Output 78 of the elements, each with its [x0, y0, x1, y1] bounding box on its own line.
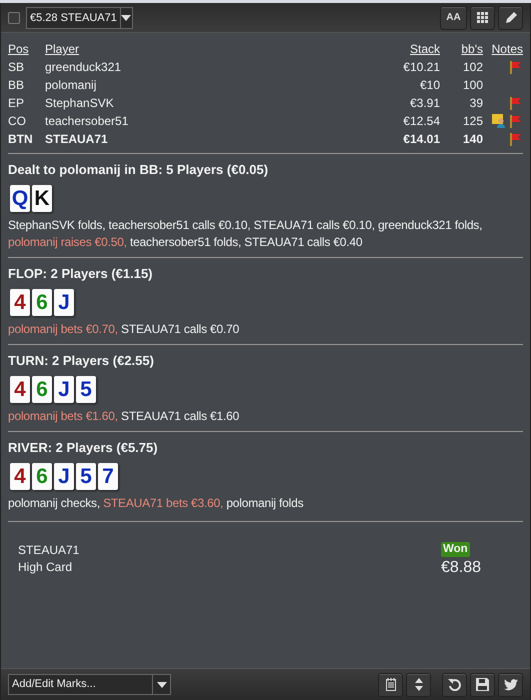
table-cell-text: €10.21 — [402, 59, 440, 76]
playing-card: J — [54, 463, 74, 490]
flag-icon — [509, 60, 523, 74]
flag-icon — [509, 96, 523, 110]
won-amount: €8.88 — [440, 558, 481, 578]
caret-icon — [121, 14, 132, 20]
table-cell-text: 100 — [462, 77, 483, 94]
table-cell-text: StephanSVK — [45, 95, 115, 112]
playing-card: K — [32, 185, 52, 212]
table-cell-text: greenduck321 — [45, 59, 122, 76]
action-text: polomanij bets €1.60, STEAUA71 calls €1.60 — [8, 408, 240, 425]
playing-card: 5 — [76, 376, 96, 403]
column-header[interactable]: Pos — [8, 40, 45, 58]
playing-card: 6 — [32, 376, 52, 403]
action-text: polomanij bets €0.70, STEAUA71 calls €0.70 — [8, 321, 240, 338]
table-cell-text: €10 — [418, 77, 440, 94]
font-size-button[interactable]: AA — [440, 6, 467, 30]
marks-select[interactable]: Add/Edit Marks... — [8, 674, 171, 695]
column-header[interactable]: bb's — [440, 40, 483, 58]
notepad-icon — [386, 678, 396, 691]
playing-card: J — [54, 376, 74, 403]
playing-card: 7 — [98, 463, 118, 490]
table-cell-text: €3.91 — [408, 95, 440, 112]
share-button[interactable] — [498, 672, 523, 696]
select-value: €5.28 STEAUA71 — [29, 10, 118, 26]
refresh-button[interactable] — [442, 672, 467, 696]
column-header[interactable]: Stack — [380, 40, 440, 58]
winner-name: STEAUA71 — [18, 542, 80, 559]
playing-card: Q — [10, 185, 30, 212]
playing-card: 5 — [76, 463, 96, 490]
hand-select[interactable]: €5.28 STEAUA71 — [26, 6, 133, 28]
flag-icon — [509, 132, 523, 146]
table-cell-text: BTN — [8, 131, 34, 148]
playing-card: 4 — [10, 289, 30, 316]
refresh-icon — [448, 678, 461, 691]
table-cell-text: €12.54 — [402, 113, 440, 130]
sort-button[interactable] — [406, 672, 431, 696]
street-heading: RIVER: 2 Players (€5.75) — [8, 439, 159, 457]
notes-button[interactable] — [378, 672, 403, 696]
playing-card: J — [54, 289, 74, 316]
column-header[interactable]: Player — [45, 40, 380, 58]
flag-icon — [509, 114, 523, 128]
edit-button[interactable] — [498, 6, 523, 30]
column-header[interactable]: Notes — [483, 40, 523, 58]
save-button[interactable] — [470, 672, 495, 696]
contact-card-icon — [492, 114, 507, 128]
table-cell-text: 102 — [462, 59, 483, 76]
table-cell-text: SB — [8, 59, 26, 76]
table-cell-text: 125 — [462, 113, 483, 130]
table-cell-text: €14.01 — [402, 131, 440, 148]
action-text: StephanSVK folds, teachersober51 calls €0.10, STEAUA71 calls €0.10, greenduck321 folds, polomanij raises €0.50, teachersober51 folds, STEAUA71 calls €0.40 — [8, 217, 484, 251]
table-cell-text: polomanij — [45, 77, 98, 94]
grid-icon — [477, 12, 488, 23]
bird-icon — [504, 678, 518, 690]
playing-card: 4 — [10, 463, 30, 490]
up-down-arrows-icon — [414, 678, 422, 691]
table-cell-text: teachersober51 — [45, 113, 130, 130]
grid-button[interactable] — [470, 6, 495, 30]
won-badge: Won — [440, 542, 470, 557]
playing-card: 6 — [32, 463, 52, 490]
street-heading: FLOP: 2 Players (€1.15) — [8, 265, 154, 283]
checkbox[interactable] — [8, 12, 20, 24]
table-cell-text: 39 — [468, 95, 483, 112]
select-value: Add/Edit Marks... — [11, 677, 97, 692]
table-cell-text: 140 — [462, 131, 483, 148]
action-text: polomanij checks, STEAUA71 bets €3.60, polomanij folds — [8, 495, 304, 512]
table-cell-text: BB — [8, 77, 26, 94]
street-heading: Dealt to polomanij in BB: 5 Players (€0.05) — [8, 161, 270, 179]
save-icon — [476, 678, 489, 691]
playing-card: 6 — [32, 289, 52, 316]
street-heading: TURN: 2 Players (€2.55) — [8, 352, 155, 370]
pencil-icon — [504, 10, 518, 24]
table-cell-text: CO — [8, 113, 27, 130]
playing-card: 4 — [10, 376, 30, 403]
caret-icon — [156, 682, 166, 688]
hand-rank: High Card — [18, 559, 74, 576]
table-cell-text: STEAUA71 — [45, 131, 109, 148]
table-cell-text: EP — [8, 95, 26, 112]
